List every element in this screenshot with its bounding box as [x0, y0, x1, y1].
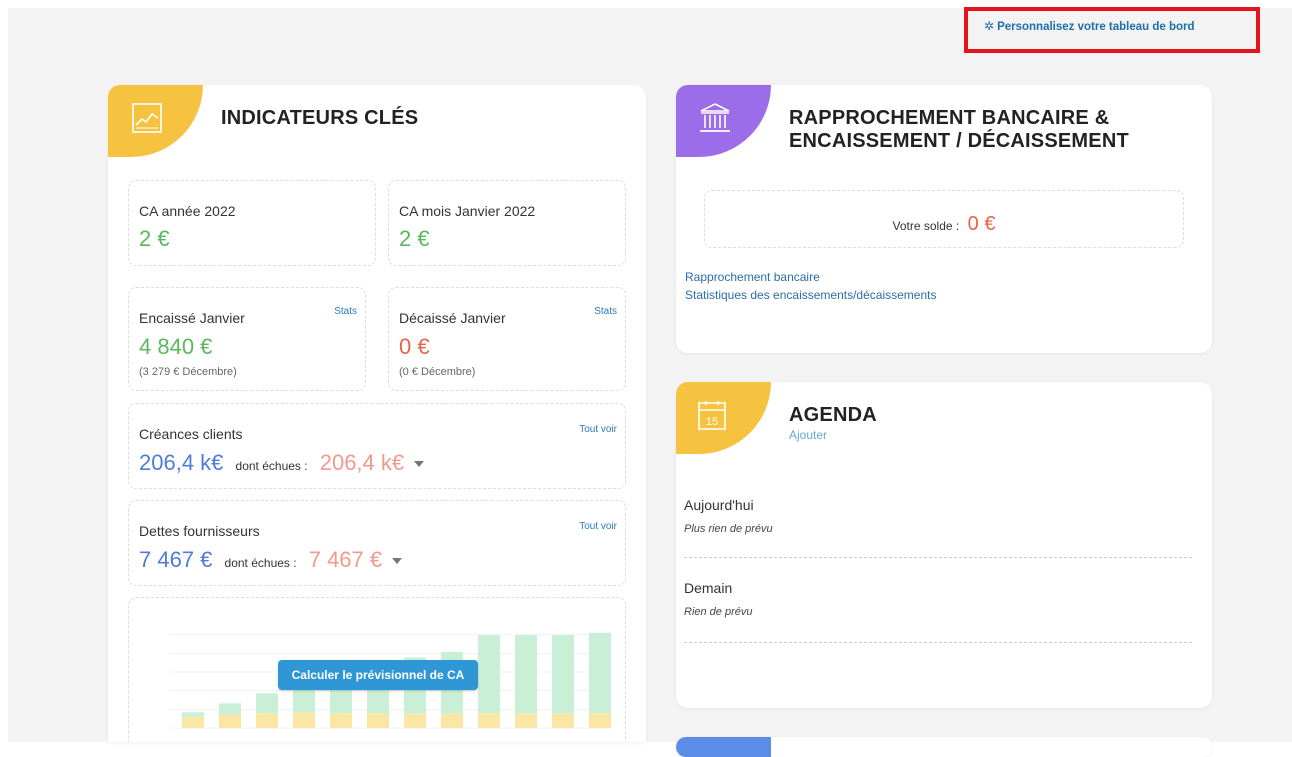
creances-label: Créances clients	[139, 426, 243, 442]
creances-row: 206,4 k€ dont échues : 206,4 k€	[139, 450, 425, 476]
dettes-due-label: dont échues :	[224, 556, 297, 570]
agenda-divider	[684, 642, 1192, 643]
bank-title-line1: RAPPROCHEMENT BANCAIRE &	[789, 107, 1110, 129]
decaisse-box: Stats Décaissé Janvier 0 € (0 € Décembre…	[388, 287, 626, 391]
balance-label: Votre solde :	[892, 219, 960, 233]
dettes-label: Dettes fournisseurs	[139, 523, 260, 539]
chart-bar-segment	[256, 713, 278, 728]
agenda-card: 15 AGENDA Ajouter Aujourd'hui Plus rien …	[676, 382, 1212, 708]
chart-bar-segment	[256, 693, 278, 714]
chart-bar-segment	[552, 713, 574, 728]
decaisse-sub: (0 € Décembre)	[399, 366, 476, 378]
decaisse-label: Décaissé Janvier	[399, 310, 506, 326]
ca-year-box: CA année 2022 2 €	[128, 180, 376, 266]
creances-due-value: 206,4 k€	[319, 450, 405, 475]
encaisse-box: Stats Encaissé Janvier 4 840 € (3 279 € …	[128, 287, 366, 391]
chevron-down-icon[interactable]	[392, 558, 403, 565]
next-card	[676, 737, 1212, 757]
chart-bar-segment	[404, 713, 426, 728]
ca-month-box: CA mois Janvier 2022 2 €	[388, 180, 626, 266]
today-label: Aujourd'hui	[684, 497, 754, 513]
tomorrow-label: Demain	[684, 580, 733, 596]
encaisse-sub: (3 279 € Décembre)	[139, 366, 237, 378]
decaisse-value: 0 €	[399, 334, 430, 359]
calendar-day: 15	[706, 416, 718, 428]
creances-due-label: dont échues :	[235, 459, 308, 473]
chevron-down-icon[interactable]	[414, 461, 425, 468]
chart-bar-segment	[552, 635, 574, 714]
encaisse-stats-link[interactable]: Stats	[334, 306, 357, 317]
dettes-box: Tout voir Dettes fournisseurs 7 467 € do…	[128, 500, 626, 586]
chart-bar-segment	[478, 713, 500, 728]
creances-value: 206,4 k€	[139, 450, 224, 475]
ca-year-value: 2 €	[139, 226, 170, 251]
decaisse-stats-link[interactable]: Stats	[594, 306, 617, 317]
chart-bar-segment	[293, 712, 315, 728]
ca-month-value: 2 €	[399, 226, 430, 251]
ca-month-label: CA mois Janvier 2022	[399, 203, 536, 219]
balance-value: 0 €	[967, 213, 996, 235]
dettes-row: 7 467 € dont échues : 7 467 €	[139, 547, 403, 573]
chart-bar-segment	[219, 714, 241, 728]
cashflow-stats-link[interactable]: Statistiques des encaissements/décaissem…	[685, 288, 936, 302]
chart-bar-segment	[219, 703, 241, 715]
dettes-see-all-link[interactable]: Tout voir	[579, 521, 617, 532]
calculate-forecast-button[interactable]: Calculer le prévisionnel de CA	[278, 660, 478, 690]
balance-box: Votre solde : 0 €	[704, 190, 1184, 248]
chart-bar-segment	[515, 713, 537, 728]
chart-bar-segment	[441, 713, 463, 728]
agenda-divider	[684, 557, 1192, 558]
bank-badge	[676, 85, 771, 157]
today-note: Plus rien de prévu	[684, 523, 773, 535]
chart-bar-segment	[182, 716, 204, 728]
bank-title-line2: ENCAISSEMENT / DÉCAISSEMENT	[789, 130, 1129, 152]
ca-year-label: CA année 2022	[139, 203, 236, 219]
chart-bar-segment	[515, 635, 537, 714]
gear-icon: ✲	[984, 19, 995, 33]
bank-card: RAPPROCHEMENT BANCAIRE & ENCAISSEMENT / …	[676, 85, 1212, 353]
calendar-icon: 15	[698, 401, 726, 430]
dettes-value: 7 467 €	[139, 547, 213, 572]
indicators-title: INDICATEURS CLÉS	[221, 107, 419, 129]
agenda-title: AGENDA	[789, 404, 877, 426]
balance-row: Votre solde : 0 €	[705, 213, 1183, 236]
next-card-badge	[676, 737, 771, 757]
chart-bar-segment	[330, 713, 352, 728]
line-chart-icon	[132, 103, 162, 133]
chart-bar-segment	[367, 713, 389, 728]
encaisse-value: 4 840 €	[139, 334, 213, 359]
chart-bar-segment	[478, 635, 500, 714]
customize-dashboard-link[interactable]: ✲ Personnalisez votre tableau de bord	[984, 19, 1195, 33]
tomorrow-note: Rien de prévu	[684, 606, 753, 618]
dettes-due-value: 7 467 €	[308, 547, 383, 572]
customize-dashboard-label: Personnalisez votre tableau de bord	[997, 21, 1195, 33]
creances-box: Tout voir Créances clients 206,4 k€ dont…	[128, 403, 626, 489]
bank-reconciliation-link[interactable]: Rapprochement bancaire	[685, 270, 820, 284]
chart-bar-segment	[589, 632, 611, 714]
chart-bar-segment	[182, 712, 204, 717]
agenda-add-link[interactable]: Ajouter	[789, 428, 827, 442]
agenda-badge: 15	[676, 382, 771, 454]
encaisse-label: Encaissé Janvier	[139, 310, 245, 326]
chart-bar-segment	[589, 713, 611, 728]
bank-icon	[700, 103, 730, 132]
indicators-badge	[108, 85, 203, 157]
creances-see-all-link[interactable]: Tout voir	[579, 424, 617, 435]
